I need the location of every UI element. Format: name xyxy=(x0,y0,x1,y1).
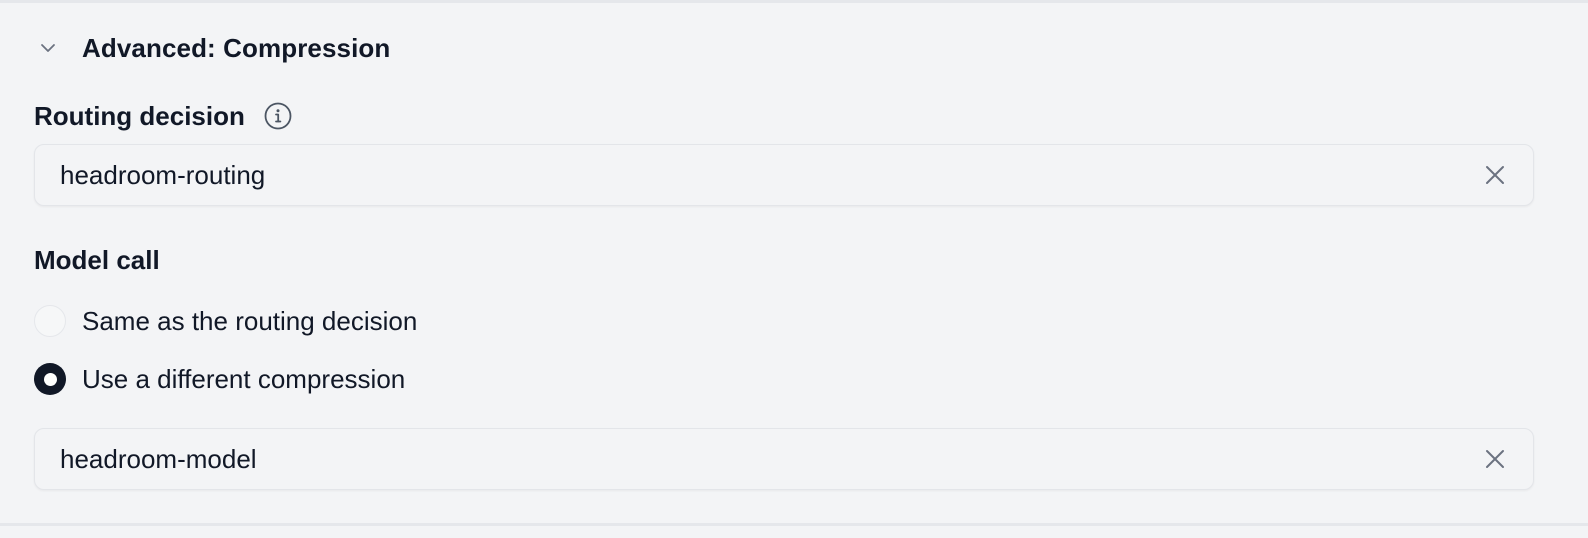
routing-decision-select[interactable]: headroom-routing xyxy=(34,144,1534,206)
model-compression-select[interactable]: headroom-model xyxy=(34,428,1534,490)
info-icon[interactable] xyxy=(263,101,293,131)
bottom-divider xyxy=(0,523,1588,526)
close-icon xyxy=(1486,450,1504,468)
model-clear-button[interactable] xyxy=(1475,439,1515,479)
routing-decision-value: headroom-routing xyxy=(60,159,266,190)
chevron-down-icon xyxy=(36,36,60,60)
routing-decision-label: Routing decision xyxy=(34,100,245,131)
routing-clear-button[interactable] xyxy=(1475,155,1515,195)
model-compression-value: headroom-model xyxy=(60,443,257,474)
radio-same-as-routing[interactable]: Same as the routing decision xyxy=(34,301,417,341)
radio-label-different: Use a different compression xyxy=(82,363,406,394)
model-call-label: Model call xyxy=(34,245,160,275)
radio-use-different[interactable]: Use a different compression xyxy=(34,359,405,399)
radio-button-unchecked[interactable] xyxy=(34,305,66,337)
close-icon xyxy=(1486,166,1504,184)
compression-panel: Advanced: Compression Routing decision h… xyxy=(0,0,1588,538)
radio-label-same: Same as the routing decision xyxy=(82,305,418,336)
section-header-toggle[interactable]: Advanced: Compression xyxy=(36,28,390,68)
section-title: Advanced: Compression xyxy=(82,32,391,63)
routing-label-row: Routing decision xyxy=(34,96,293,136)
top-divider xyxy=(0,0,1588,3)
radio-button-checked[interactable] xyxy=(34,363,66,395)
